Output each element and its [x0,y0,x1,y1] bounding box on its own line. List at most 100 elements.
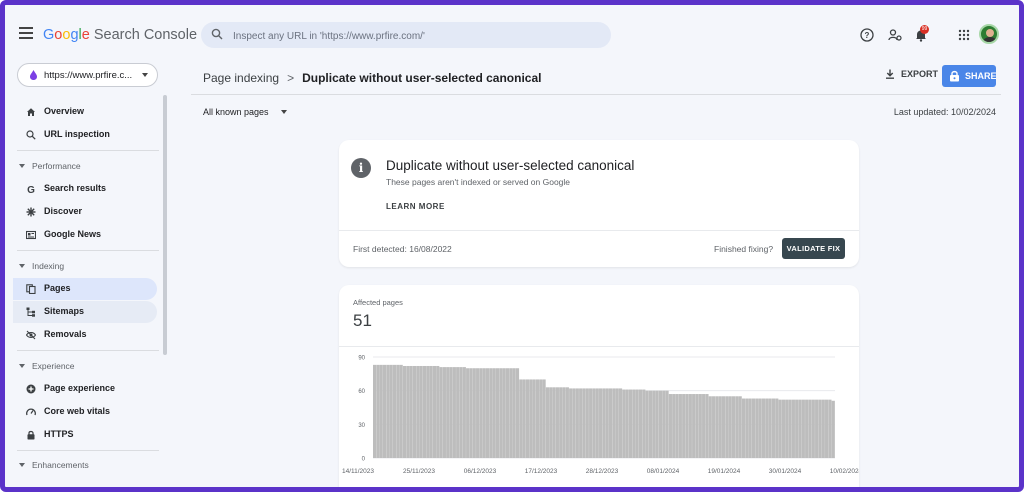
collapse-icon [19,463,25,467]
chevron-down-icon [142,73,148,77]
last-updated: Last updated: 10/02/2024 [893,107,996,117]
breadcrumb-parent[interactable]: Page indexing [203,71,279,85]
card-divider [339,230,859,231]
bar [602,388,606,458]
section-indexing[interactable]: Indexing [19,261,64,271]
bar [582,388,586,458]
property-selector[interactable]: https://www.prfire.c... [17,63,158,87]
sidebar-scrollbar[interactable] [163,95,167,355]
bar [718,396,722,458]
bar [628,389,633,458]
url-inspect-search[interactable] [201,22,611,48]
bar [758,398,762,458]
sidebar-item-sitemaps[interactable]: Sitemaps [13,301,157,323]
bar [539,379,543,458]
bar [705,394,709,458]
product-name: Search Console [93,27,198,43]
bar [761,398,766,458]
sidebar-item-search-results[interactable]: G Search results [13,178,157,200]
bar [592,388,596,458]
sidebar-item-overview[interactable]: Overview [13,101,157,123]
bar [632,389,636,458]
sidebar-item-label: Core web vitals [44,406,111,416]
sidebar-item-page-experience[interactable]: Page experience [13,378,157,400]
sidebar-item-https[interactable]: HTTPS [13,424,157,446]
bar [472,368,476,458]
y-tick-label: 60 [358,389,365,395]
y-tick-label: 90 [358,356,365,362]
sidebar-item-label: Removals [44,329,87,339]
manage-users-icon[interactable] [888,28,902,42]
bar [668,394,672,458]
sidebar-item-google-news[interactable]: Google News [13,224,157,246]
section-experience[interactable]: Experience [19,361,75,371]
page-title: Duplicate without user-selected canonica… [302,71,542,85]
bar [662,390,666,458]
affected-pages-card: Affected pages 51 0 30 60 90 14/11/2023 25/11… [339,285,859,487]
lock-icon [950,70,959,82]
apps-grid-icon[interactable] [957,28,971,42]
bar [635,389,639,458]
bar [512,368,516,458]
sitemap-icon [26,307,35,317]
svg-text:?: ? [865,31,870,40]
section-label: Performance [32,161,81,171]
bar [708,396,712,458]
section-performance[interactable]: Performance [19,161,81,171]
bar [605,388,609,458]
bar [446,367,450,458]
x-tick-label: 30/01/2024 [769,468,802,475]
bar [452,367,456,458]
issue-card: i Duplicate without user-selected canoni… [339,140,859,267]
collapse-icon [19,264,25,268]
bar [462,367,466,458]
bar [416,365,420,458]
validate-fix-button[interactable]: VALIDATE FIX [782,238,845,259]
bar [466,368,470,458]
section-enhancements[interactable]: Enhancements [19,460,89,470]
logo[interactable]: Google Search Console [43,27,197,43]
sidebar-item-removals[interactable]: Removals [13,324,157,346]
export-button[interactable]: EXPORT [885,69,938,87]
affected-pages-chart: 0 30 60 90 14/11/2023 25/11/2023 06/12/2023 17/… [342,356,859,476]
bar [655,390,659,458]
help-icon[interactable]: ? [860,28,874,42]
sidebar-item-discover[interactable]: Discover [13,201,157,223]
bar [549,387,553,458]
bar [768,398,772,458]
pages-filter-dropdown[interactable]: All known pages [203,107,287,117]
bar [798,399,802,458]
news-icon [26,230,36,240]
bar [429,365,433,458]
y-tick-label: 30 [358,423,365,429]
learn-more-link[interactable]: LEARN MORE [386,202,445,211]
bar [818,399,822,458]
bar [386,364,390,458]
bar [775,398,779,458]
bar [612,388,616,458]
bar [562,387,566,458]
bar [392,364,397,458]
search-input[interactable] [231,26,605,46]
share-button[interactable]: SHARE [942,65,997,87]
bar [575,388,579,458]
menu-icon[interactable] [19,27,33,39]
plus-circle-icon [26,384,36,394]
sidebar-item-label: Sitemaps [44,306,85,316]
bar [682,394,686,458]
breadcrumb: Page indexing > Duplicate without user-sel… [203,71,541,85]
sidebar-item-url-inspection[interactable]: URL inspection [13,124,157,146]
sidebar-item-pages[interactable]: Pages [13,278,157,300]
sidebar-item-core-web-vitals[interactable]: Core web vitals [13,401,157,423]
bar [476,368,480,458]
bar [555,387,559,458]
bar [728,396,732,458]
sidebar-item-label: Google News [44,229,102,239]
bar [685,394,689,458]
bar [379,364,383,458]
account-avatar[interactable] [979,24,999,44]
affected-pages-count: 51 [353,311,372,330]
bar [402,365,407,458]
bar [702,394,706,458]
sidebar-item-label: Pages [44,283,71,293]
